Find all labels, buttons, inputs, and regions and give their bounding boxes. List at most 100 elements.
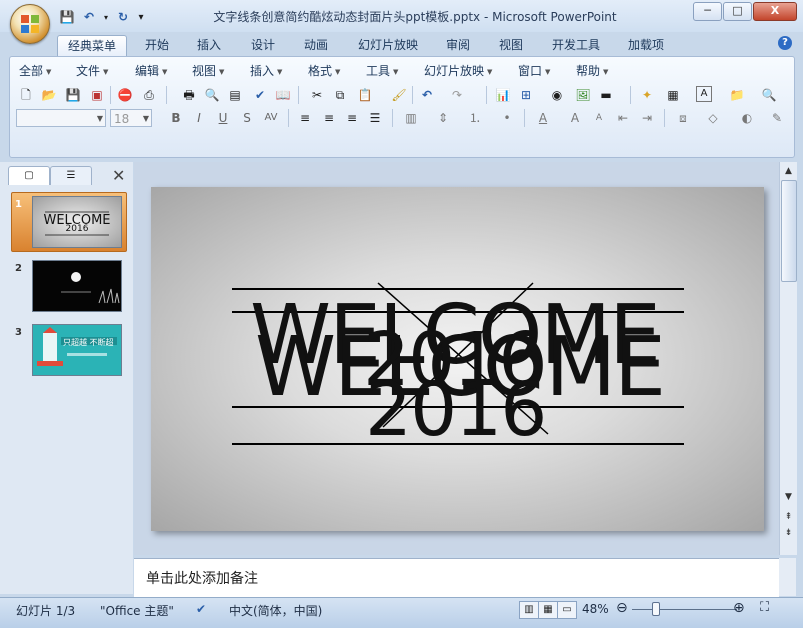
- tab-design[interactable]: 设计: [242, 35, 284, 56]
- font-name-combo[interactable]: ▼: [16, 109, 106, 127]
- tab-slides[interactable]: ▢: [8, 166, 50, 185]
- underline-button[interactable]: U: [214, 109, 232, 127]
- notes-scrollbar[interactable]: [779, 558, 796, 596]
- slide-thumbnail-3[interactable]: 只超越 不断超: [32, 324, 122, 376]
- maximize-button[interactable]: □: [723, 2, 752, 21]
- grow-font-icon[interactable]: A: [566, 109, 584, 127]
- close-button[interactable]: X: [753, 2, 797, 21]
- tab-slideshow[interactable]: 幻灯片放映: [350, 35, 426, 56]
- vertical-scrollbar[interactable]: ▲ ▼ ⇞ ⇟: [779, 162, 797, 555]
- shapes-icon[interactable]: ◇: [704, 109, 722, 127]
- zoom-slider-thumb[interactable]: [652, 602, 660, 616]
- shadow-button[interactable]: S: [238, 109, 256, 127]
- new-slide-icon[interactable]: ✦: [638, 86, 656, 104]
- language-indicator[interactable]: 中文(简体，中国): [229, 602, 322, 619]
- office-button[interactable]: [10, 4, 50, 44]
- bold-button[interactable]: B: [167, 109, 185, 127]
- menu-edit[interactable]: 编辑 ▼: [135, 62, 167, 79]
- layout-icon[interactable]: ▤: [226, 86, 244, 104]
- clip-art-icon[interactable]: ◉: [548, 86, 566, 104]
- undo-icon[interactable]: ↶: [80, 9, 98, 25]
- numbering-icon[interactable]: ⒈: [466, 109, 484, 127]
- cut-icon[interactable]: ✂: [308, 86, 326, 104]
- menu-view[interactable]: 视图 ▼: [192, 62, 224, 79]
- close-icon[interactable]: ✕: [112, 166, 125, 185]
- scroll-up-icon[interactable]: ▲: [780, 164, 797, 179]
- arrange-icon[interactable]: ⧈: [674, 109, 692, 127]
- menu-window[interactable]: 窗口 ▼: [518, 62, 550, 79]
- align-right-icon[interactable]: ≡: [343, 109, 361, 127]
- save-icon[interactable]: 💾: [64, 86, 82, 104]
- paste-icon[interactable]: 📋: [356, 86, 374, 104]
- tab-addins[interactable]: 加载项: [620, 35, 672, 56]
- folder-icon[interactable]: 📁: [728, 86, 746, 104]
- font-spacing-icon[interactable]: AV: [262, 109, 280, 127]
- publish-icon[interactable]: ⎙: [140, 86, 158, 104]
- print-icon[interactable]: 🖶: [180, 86, 198, 104]
- undo-dropdown-icon[interactable]: ▾: [102, 9, 110, 25]
- search-icon[interactable]: 🔍: [760, 86, 778, 104]
- zoom-in-icon[interactable]: ⊕: [733, 600, 745, 616]
- table-icon[interactable]: ⊞: [517, 86, 535, 104]
- undo-icon[interactable]: ↶: [418, 86, 436, 104]
- tab-review[interactable]: 审阅: [437, 35, 479, 56]
- menu-help[interactable]: 帮助 ▼: [576, 62, 608, 79]
- scrollbar-thumb[interactable]: [781, 180, 797, 282]
- decrease-indent-icon[interactable]: ⇤: [614, 109, 632, 127]
- slide-layout-icon[interactable]: ▦: [664, 86, 682, 104]
- tab-insert[interactable]: 插入: [188, 35, 230, 56]
- redo-icon[interactable]: ↷: [448, 86, 466, 104]
- menu-format[interactable]: 格式 ▼: [308, 62, 340, 79]
- italic-button[interactable]: I: [190, 109, 208, 127]
- research-icon[interactable]: 📖: [274, 86, 292, 104]
- chart-icon[interactable]: 📊: [494, 86, 512, 104]
- shrink-font-icon[interactable]: A: [590, 109, 608, 127]
- redo-icon[interactable]: ↻: [114, 9, 132, 25]
- current-slide[interactable]: WELCOME WELCOME 2016 2016: [151, 187, 764, 531]
- zoom-level[interactable]: 48%: [582, 602, 609, 616]
- slideshow-button[interactable]: ▭: [557, 601, 577, 619]
- spell-check-icon[interactable]: ✔: [196, 602, 206, 616]
- text-direction-icon[interactable]: ⇕: [434, 109, 452, 127]
- tab-animation[interactable]: 动画: [295, 35, 337, 56]
- align-left-icon[interactable]: ≡: [296, 109, 314, 127]
- zoom-slider-track[interactable]: [632, 609, 737, 610]
- open-folder-icon[interactable]: 📂: [40, 86, 58, 104]
- tab-developer[interactable]: 开发工具: [544, 35, 608, 56]
- font-size-combo[interactable]: 18 ▼: [110, 109, 152, 127]
- save-as-pdf-icon[interactable]: ▣: [88, 86, 106, 104]
- zoom-out-icon[interactable]: ⊖: [616, 600, 628, 616]
- justify-icon[interactable]: ☰: [366, 109, 384, 127]
- menu-tools[interactable]: 工具 ▼: [366, 62, 398, 79]
- menu-insert[interactable]: 插入 ▼: [250, 62, 282, 79]
- new-document-icon[interactable]: 🗋: [17, 86, 35, 104]
- textbox-icon[interactable]: A: [696, 86, 712, 102]
- tab-outline[interactable]: ☰: [50, 166, 92, 185]
- shape-fill-icon[interactable]: ◐: [738, 109, 756, 127]
- align-center-icon[interactable]: ≡: [320, 109, 338, 127]
- previous-slide-icon[interactable]: ⇞: [780, 510, 797, 525]
- help-icon[interactable]: ?: [778, 36, 792, 50]
- tab-home[interactable]: 开始: [136, 35, 178, 56]
- slide-thumbnail-2[interactable]: [32, 260, 122, 312]
- picture-icon[interactable]: 🖼: [574, 86, 592, 104]
- columns-icon[interactable]: ▥: [402, 109, 420, 127]
- fit-to-window-icon[interactable]: ⛶: [760, 600, 769, 615]
- permission-icon[interactable]: ⛔: [116, 86, 134, 104]
- fill-color-icon[interactable]: ▬: [597, 86, 615, 104]
- format-painter-icon[interactable]: 🖌: [390, 86, 408, 104]
- menu-all[interactable]: 全部 ▼: [19, 62, 51, 79]
- tab-classic-menu[interactable]: 经典菜单: [57, 35, 127, 57]
- copy-icon[interactable]: ⧉: [331, 86, 349, 104]
- menu-file[interactable]: 文件 ▼: [76, 62, 108, 79]
- tab-view[interactable]: 视图: [490, 35, 532, 56]
- qat-customize-icon[interactable]: ▾: [136, 9, 146, 25]
- slide-thumbnail-1[interactable]: WELCOME 2016: [32, 196, 122, 248]
- save-icon[interactable]: 💾: [58, 9, 76, 25]
- theme-name[interactable]: "Office 主题": [100, 602, 174, 619]
- bullets-icon[interactable]: •: [498, 109, 516, 127]
- normal-view-button[interactable]: ▥: [519, 601, 539, 619]
- next-slide-icon[interactable]: ⇟: [780, 526, 797, 541]
- menu-slideshow[interactable]: 幻灯片放映 ▼: [424, 62, 492, 79]
- print-preview-icon[interactable]: 🔍: [203, 86, 221, 104]
